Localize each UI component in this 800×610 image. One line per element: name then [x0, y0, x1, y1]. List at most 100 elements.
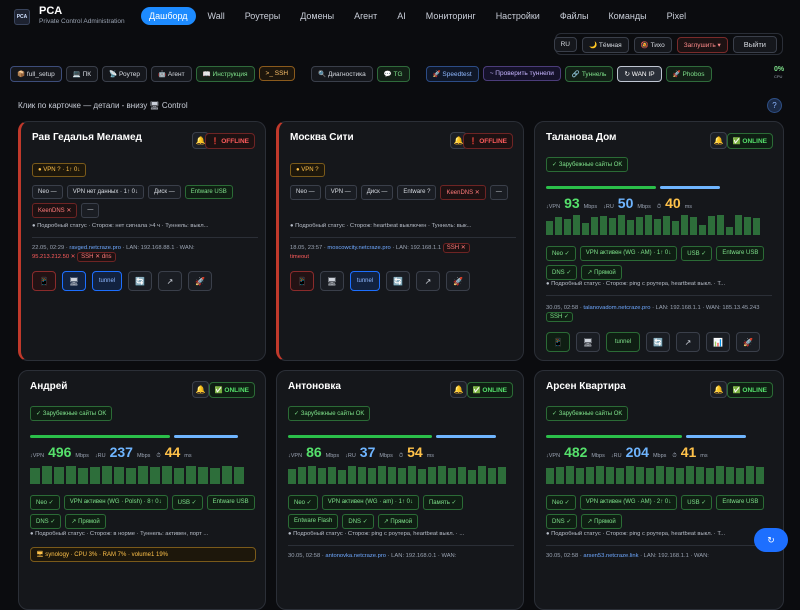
- sparkline-bar: [42, 466, 52, 484]
- tunnel-button[interactable]: tunnel: [350, 271, 380, 291]
- sparkline-bar: [681, 215, 688, 235]
- instruction-button[interactable]: 📖 Инструкция: [195, 65, 255, 82]
- sparkline-bar: [555, 217, 562, 235]
- sparkline-bar: [556, 467, 564, 484]
- ru-speed: 50: [617, 195, 634, 211]
- host-link[interactable]: ravged.netcraze.pro: [69, 245, 121, 251]
- nav-pixel[interactable]: Pixel: [659, 7, 695, 25]
- refresh-icon[interactable]: 🔄: [128, 271, 152, 291]
- tunnel-button[interactable]: tunnel: [606, 332, 640, 352]
- card-title: Таланова Дом: [546, 132, 617, 143]
- nav-agent[interactable]: Агент: [346, 7, 385, 25]
- sparkline-bar: [78, 468, 88, 484]
- bell-icon[interactable]: 🔔: [710, 381, 727, 398]
- theme-button[interactable]: 🌙 Тёмная: [581, 36, 629, 53]
- monitor-icon[interactable]: 🖥: [62, 271, 86, 291]
- agent-button[interactable]: 🤖 Агент: [150, 65, 192, 82]
- language-button[interactable]: RU: [553, 37, 577, 52]
- check-tunnels-button[interactable]: ~ Проверить туннели: [482, 66, 561, 81]
- sparkline-bar: [222, 466, 232, 484]
- phone-icon[interactable]: 📱: [546, 332, 570, 352]
- monitor-icon[interactable]: 🖥: [320, 271, 344, 291]
- sparkline-bar: [126, 468, 136, 484]
- open-icon[interactable]: ↗: [416, 271, 440, 291]
- wan-ip-button[interactable]: ↻ WAN IP: [617, 65, 662, 82]
- nav-dashboard[interactable]: Дашборд: [141, 7, 196, 25]
- sparkline-bar: [174, 468, 184, 484]
- nav-settings[interactable]: Настройки: [488, 7, 548, 25]
- detailed-status[interactable]: ● Подробный статус · Сторож: heartbeat в…: [290, 223, 516, 229]
- sparkline-bar: [735, 215, 742, 235]
- tunnel-button[interactable]: tunnel: [92, 271, 122, 291]
- detailed-status[interactable]: ● Подробный статус · Сторож: нет сигнала…: [32, 223, 258, 229]
- sparkline-bar: [676, 468, 684, 484]
- sparkline-bar: [234, 467, 244, 484]
- sparkline-bar: [573, 215, 580, 235]
- nav-monitoring[interactable]: Мониторинг: [418, 7, 484, 25]
- nav-domains[interactable]: Домены: [292, 7, 342, 25]
- device-card[interactable]: Антоновка 🔔 ✅ ONLINE ✓ Зарубежные сайты …: [276, 370, 524, 610]
- monitor-icon[interactable]: 🖥: [576, 332, 600, 352]
- neo-chip: Neo ✓: [30, 495, 60, 510]
- open-icon[interactable]: ↗: [676, 332, 700, 352]
- nav-wall[interactable]: Wall: [200, 7, 233, 25]
- dns-chip: DNS ✓: [546, 514, 578, 529]
- phobos-button[interactable]: 🚀 Phobos: [665, 65, 712, 82]
- ssh-button[interactable]: >_ SSH: [258, 66, 296, 81]
- nav-files[interactable]: Файлы: [552, 7, 597, 25]
- rocket-icon[interactable]: 🚀: [188, 271, 212, 291]
- bell-icon[interactable]: 🔔: [192, 381, 209, 398]
- diagnostics-button[interactable]: 🔍 Диагностика: [311, 65, 373, 82]
- sparkline-bar: [726, 467, 734, 484]
- speedtest-button[interactable]: 🚀 Speedtest: [425, 65, 479, 82]
- help-button[interactable]: ?: [767, 98, 782, 113]
- speed-readout: ↓VPN 93 Mbps ↓RU 50 Mbps ⏱ 40 ms: [546, 195, 693, 211]
- detailed-status[interactable]: ● Подробный статус · Сторож: в норме · Т…: [30, 531, 256, 537]
- nav-ai[interactable]: AI: [389, 7, 414, 25]
- vpn-status-chip: VPN активен (WG · Polsh) · 8↑ 0↓: [63, 495, 168, 510]
- bell-icon[interactable]: 🔔: [450, 381, 467, 398]
- device-card[interactable]: Андрей 🔔 ✅ ONLINE ✓ Зарубежные сайты OK …: [18, 370, 266, 610]
- bell-icon[interactable]: 🔔: [710, 132, 727, 149]
- detailed-status[interactable]: ● Подробный статус · Сторож: ping с роут…: [546, 281, 772, 287]
- detailed-status[interactable]: ● Подробный статус · Сторож: ping с роут…: [288, 531, 514, 537]
- full-setup-button[interactable]: 📦 full_setup: [10, 65, 62, 82]
- router-button[interactable]: 📡 Роутер: [102, 65, 147, 82]
- quiet-button[interactable]: 🔕 Тихо: [633, 36, 672, 53]
- sparkline-bar: [308, 466, 316, 484]
- host-link[interactable]: talanovadom.netcraze.pro: [583, 305, 650, 311]
- nav-routers[interactable]: Роутеры: [237, 7, 289, 25]
- host-link[interactable]: antonovka.netcraze.pro: [325, 553, 386, 559]
- mute-dropdown[interactable]: Заглушить ▾: [676, 36, 728, 53]
- entware-chip: Entware USB: [716, 246, 765, 261]
- nav-commands[interactable]: Команды: [600, 7, 654, 25]
- usb-chip: USB ✓: [681, 495, 713, 510]
- logout-button[interactable]: Выйти: [732, 36, 777, 53]
- speed-readout: ↓VPN 496 Mbps ↓RU 237 Mbps ⏱ 44 ms: [30, 444, 192, 460]
- refresh-fab[interactable]: ↻: [754, 528, 788, 552]
- device-card[interactable]: Москва Сити 🔔 ❗ OFFLINE ● VPN ? Neo — VP…: [276, 121, 524, 361]
- host-link[interactable]: arsen53.netcraze.link: [583, 553, 638, 559]
- tunnel-button[interactable]: 🔗 Туннель: [564, 65, 614, 82]
- rocket-icon[interactable]: 🚀: [446, 271, 470, 291]
- direct-chip: ↗ Прямой: [581, 514, 622, 529]
- open-icon[interactable]: ↗: [158, 271, 182, 291]
- device-card[interactable]: Рав Гедалья Меламед 🔔 ❗ OFFLINE ● VPN ? …: [18, 121, 266, 361]
- device-card[interactable]: Таланова Дом 🔔 ✅ ONLINE ✓ Зарубежные сай…: [534, 121, 784, 361]
- refresh-icon[interactable]: 🔄: [386, 271, 410, 291]
- chart-icon[interactable]: 📊: [706, 332, 730, 352]
- dns-chip: DNS ✓: [30, 514, 62, 529]
- sparkline-bar: [753, 218, 760, 235]
- host-link[interactable]: moscowcity.netcraze.pro: [327, 245, 390, 251]
- sparkline-bar: [636, 467, 644, 484]
- tg-button[interactable]: 💬 TG: [376, 65, 410, 82]
- sparkline-bar: [30, 468, 40, 484]
- pc-button[interactable]: 💻 ПК: [65, 65, 99, 82]
- rocket-icon[interactable]: 🚀: [736, 332, 760, 352]
- device-card[interactable]: Арсен Квартира 🔔 ✅ ONLINE ✓ Зарубежные с…: [534, 370, 784, 610]
- phone-icon[interactable]: 📱: [290, 271, 314, 291]
- sparkline-bar: [198, 467, 208, 484]
- phone-icon[interactable]: 📱: [32, 271, 56, 291]
- detailed-status[interactable]: ● Подробный статус · Сторож: ping с роут…: [546, 531, 772, 537]
- refresh-icon[interactable]: 🔄: [646, 332, 670, 352]
